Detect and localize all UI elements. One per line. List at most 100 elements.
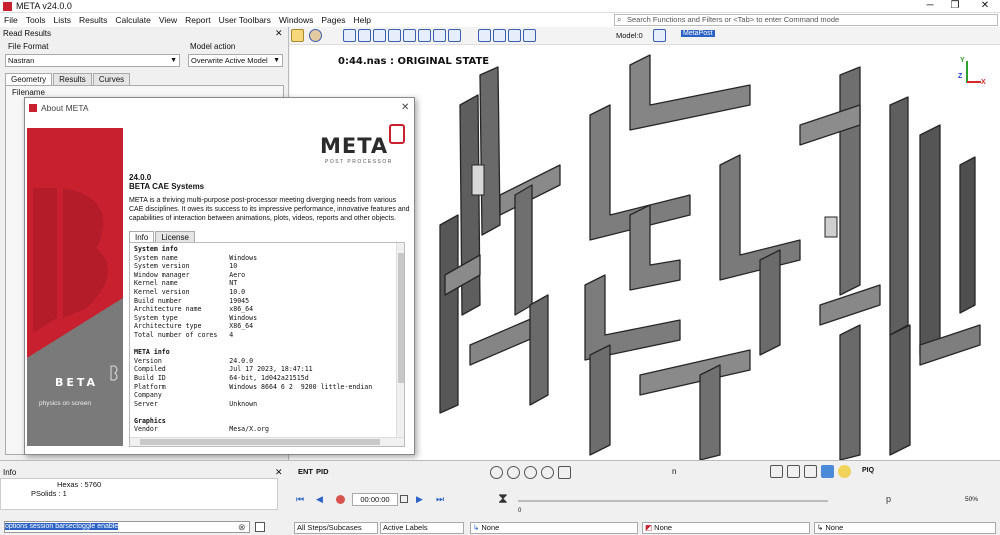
tab-geometry[interactable]: Geometry bbox=[5, 73, 53, 85]
tab-results[interactable]: Results bbox=[53, 73, 92, 85]
p-label[interactable]: p bbox=[886, 494, 891, 504]
chevron-down-icon: ▼ bbox=[273, 57, 280, 64]
color-select[interactable]: ◩ None bbox=[642, 522, 810, 534]
palette-icon: ◩ bbox=[645, 523, 655, 532]
model-icon[interactable] bbox=[387, 29, 401, 42]
clear-icon[interactable]: ⊗ bbox=[238, 522, 246, 533]
dash-icon[interactable] bbox=[541, 466, 554, 479]
scrollbar-thumb[interactable] bbox=[140, 439, 380, 445]
maximize-button[interactable]: ❐ bbox=[945, 0, 965, 13]
meta-logo-icon bbox=[389, 124, 405, 144]
horizontal-scrollbar[interactable] bbox=[130, 437, 404, 446]
window-icon[interactable] bbox=[342, 29, 356, 42]
menu-view[interactable]: View bbox=[155, 13, 181, 27]
window-select-icon[interactable] bbox=[653, 29, 666, 42]
time-field[interactable]: 00:00:00 bbox=[352, 493, 398, 506]
view-icon[interactable] bbox=[522, 29, 536, 42]
light-icon[interactable] bbox=[838, 465, 851, 478]
piq-label[interactable]: PIQ bbox=[862, 467, 874, 474]
edit-icon[interactable] bbox=[402, 29, 416, 42]
meta-logo: META bbox=[320, 134, 389, 158]
plot-icon[interactable] bbox=[372, 29, 386, 42]
info-line: Kernel version 10.0 bbox=[134, 287, 246, 296]
metapost-window-tab[interactable]: MetaPost bbox=[681, 30, 715, 37]
status-select[interactable]: ↳ None bbox=[814, 522, 996, 534]
model-action-select[interactable]: Overwrite Active Model ▼ bbox=[188, 54, 283, 67]
menu-calculate[interactable]: Calculate bbox=[111, 13, 154, 27]
camera-icon[interactable] bbox=[291, 29, 304, 42]
stop-icon[interactable] bbox=[400, 495, 408, 503]
settings-icon[interactable] bbox=[417, 29, 431, 42]
find-icon[interactable] bbox=[492, 29, 506, 42]
minus-icon[interactable] bbox=[524, 466, 537, 479]
transparency-value[interactable]: 50% bbox=[965, 496, 978, 503]
play-icon[interactable]: ▶ bbox=[416, 494, 423, 505]
info-line: Build number 19045 bbox=[134, 296, 250, 305]
pid-label[interactable]: PID bbox=[316, 467, 329, 476]
info-line: Architecture name x86_64 bbox=[134, 305, 254, 314]
info-console[interactable]: Hexas : 5760 PSolids : 1 bbox=[0, 478, 278, 510]
menu-report[interactable]: Report bbox=[181, 13, 215, 27]
menu-file[interactable]: File bbox=[0, 13, 22, 27]
tab-curves[interactable]: Curves bbox=[92, 73, 131, 85]
window-title: META v24.0.0 bbox=[16, 1, 72, 11]
transform-icon[interactable] bbox=[507, 29, 521, 42]
menu-lists[interactable]: Lists bbox=[50, 13, 75, 27]
gear-icon[interactable] bbox=[432, 29, 446, 42]
grid-icon[interactable] bbox=[558, 466, 571, 479]
timeline-slider[interactable] bbox=[518, 500, 828, 502]
steps-value: All Steps/Subcases bbox=[297, 523, 362, 532]
ent-label[interactable]: ENT bbox=[298, 467, 313, 476]
pencil-icon[interactable] bbox=[490, 466, 503, 479]
n-label[interactable]: n bbox=[672, 467, 676, 476]
script-icon[interactable] bbox=[447, 29, 461, 42]
search-input[interactable]: ⌕ Search Functions and Filters or <Tab> … bbox=[614, 14, 998, 26]
record-icon[interactable] bbox=[336, 495, 345, 504]
dialog-title-bar: About META ✕ bbox=[25, 98, 414, 120]
first-frame-icon[interactable]: ⏮ bbox=[296, 494, 304, 505]
info-line: Version 24.0.0 bbox=[134, 356, 254, 365]
scrollbar-thumb[interactable] bbox=[398, 253, 404, 383]
menu-user-toolbars[interactable]: User Toolbars bbox=[215, 13, 275, 27]
sphere-icon[interactable] bbox=[308, 29, 322, 42]
filter-value: None bbox=[481, 523, 500, 532]
file-format-select[interactable]: Nastran ▼ bbox=[5, 54, 180, 67]
filter-select[interactable]: ↳ None bbox=[470, 522, 638, 534]
system-info-box[interactable]: System info System name Windows System ver… bbox=[129, 242, 405, 447]
model-selector[interactable]: Model:0 bbox=[616, 31, 643, 40]
plus-icon[interactable] bbox=[507, 466, 520, 479]
menu-pages[interactable]: Pages bbox=[317, 13, 349, 27]
stent-mesh-model[interactable] bbox=[420, 45, 1000, 460]
zoom-icon[interactable] bbox=[477, 29, 491, 42]
vertical-scrollbar[interactable] bbox=[396, 243, 404, 437]
last-frame-icon[interactable]: ⏭ bbox=[436, 494, 444, 505]
company-text: BETA CAE Systems bbox=[129, 182, 205, 191]
labels-select[interactable]: Active Labels bbox=[380, 522, 464, 534]
filename-label: Filename bbox=[12, 88, 45, 97]
toggle-icon[interactable] bbox=[255, 522, 265, 532]
close-button[interactable]: ✕ bbox=[975, 0, 995, 13]
wire-cube-icon[interactable] bbox=[770, 465, 783, 478]
info-line: META info bbox=[134, 348, 170, 357]
panel-close-icon[interactable]: ✕ bbox=[275, 28, 283, 39]
shade-cube-icon[interactable] bbox=[804, 465, 817, 478]
database-icon[interactable] bbox=[357, 29, 371, 42]
menu-help[interactable]: Help bbox=[350, 13, 375, 27]
solid-cube-icon[interactable] bbox=[821, 465, 834, 478]
hidden-cube-icon[interactable] bbox=[787, 465, 800, 478]
minimize-button[interactable]: ─ bbox=[920, 0, 940, 13]
steps-select[interactable]: All Steps/Subcases bbox=[294, 522, 378, 534]
logo-subtitle: POST PROCESSOR bbox=[325, 159, 393, 165]
command-input[interactable]: options session barsectoggle enable bbox=[4, 521, 250, 533]
info-close-icon[interactable]: ✕ bbox=[275, 467, 283, 478]
menu-windows[interactable]: Windows bbox=[275, 13, 317, 27]
close-icon[interactable]: ✕ bbox=[401, 102, 409, 113]
menu-tools[interactable]: Tools bbox=[22, 13, 50, 27]
info-line: Build ID 64-bit, 1d042a21515d bbox=[134, 373, 309, 382]
title-bar: META v24.0.0 ─ ❐ ✕ bbox=[0, 0, 1000, 13]
chevron-down-icon: ▼ bbox=[170, 57, 177, 64]
timeline-start: 0 bbox=[518, 508, 522, 514]
play-backward-icon[interactable]: ◀ bbox=[316, 494, 323, 505]
menu-results[interactable]: Results bbox=[75, 13, 111, 27]
info-line: Vendor Mesa/X.org bbox=[134, 425, 269, 434]
